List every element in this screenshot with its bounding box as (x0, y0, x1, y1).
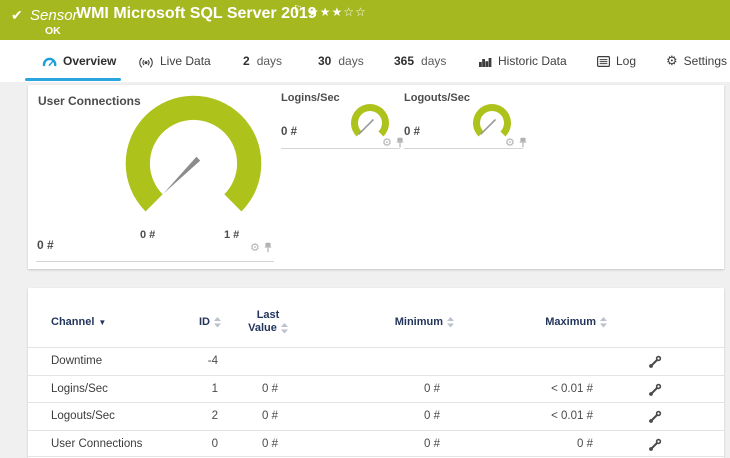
channel-table-panel: Channel ▼ ID Last Value Minimum Maximum … (28, 288, 724, 458)
channel-settings-wrench-icon[interactable] (648, 438, 662, 452)
tab-2-days[interactable]: 2 days (243, 40, 282, 82)
column-header-label: Value (248, 322, 277, 334)
gauge-tools: ⚙ (505, 137, 527, 148)
tab-label: Overview (63, 54, 117, 68)
tab-label: Live Data (160, 54, 211, 68)
pin-icon[interactable] (396, 137, 404, 148)
channel-settings-wrench-icon[interactable] (648, 355, 662, 369)
pin-icon[interactable] (264, 242, 272, 253)
id-cell: 1 (211, 382, 218, 395)
channel-settings-wrench-icon[interactable] (648, 383, 662, 397)
gauge-scale-min: 0 # (140, 229, 156, 241)
channel-cell: Downtime (51, 355, 103, 367)
live-data-icon (139, 57, 153, 68)
gauge-current-value: 0 # (404, 126, 420, 138)
table-row: User Connections 0 0 # 0 # 0 # (28, 429, 724, 457)
flag-icon: ⚐ (293, 4, 303, 16)
table-row: Logins/Sec 1 0 # 0 # < 0.01 # (28, 374, 724, 403)
tab-overview[interactable]: Overview (24, 40, 122, 82)
tab-settings[interactable]: ⚙ Settings (666, 40, 727, 82)
tab-label-number: 2 (243, 54, 250, 68)
gauge-icon (42, 57, 57, 66)
tab-label-number: 30 (318, 54, 332, 68)
tab-label-unit: days (256, 54, 283, 68)
column-header-maximum[interactable]: Maximum (545, 316, 607, 328)
pin-icon[interactable] (519, 137, 527, 148)
bar-chart-icon (479, 57, 492, 67)
id-cell: 0 (211, 437, 218, 450)
gear-icon: ⚙ (666, 53, 678, 69)
maximum-cell: 0 # (577, 437, 593, 450)
last-value-cell: 0 # (262, 437, 278, 450)
overview-gauges-panel: User Connections 0 # 1 # 0 # ⚙ Logins/Se… (28, 85, 724, 269)
tab-30-days[interactable]: 30 days (318, 40, 364, 82)
gauge-settings-icon[interactable]: ⚙ (250, 242, 260, 253)
gauge-needle (480, 118, 497, 135)
minimum-cell: 0 # (424, 410, 440, 422)
gauge-current-value: 0 # (281, 126, 297, 138)
sensor-kind-label: Sensor (30, 7, 78, 24)
gauge-needle (163, 156, 201, 194)
gauge-scale-max: 1 # (224, 229, 240, 241)
minimum-cell: 0 # (424, 382, 440, 395)
gauge-cell-divider (281, 148, 400, 149)
tab-live-data[interactable]: Live Data (138, 40, 211, 82)
gauge-cell-divider (404, 148, 523, 149)
gauge-needle (358, 118, 375, 135)
tab-label: Settings (683, 54, 728, 68)
column-header-id[interactable]: ID (199, 316, 221, 328)
tab-label-unit: days (338, 54, 364, 68)
column-header-minimum[interactable]: Minimum (395, 316, 454, 328)
channel-cell: Logins/Sec (51, 382, 108, 395)
column-header-label: Maximum (545, 316, 596, 328)
status-badge: OK (45, 25, 61, 37)
tab-log[interactable]: Log (597, 40, 636, 82)
gauge-tools: ⚙ (382, 137, 404, 148)
column-header-last-value[interactable]: Last Value (228, 309, 308, 335)
table-row: Downtime -4 (28, 347, 724, 375)
gauge-cell-divider (36, 261, 274, 262)
sensor-title: WMI Microsoft SQL Server 2019 (76, 5, 317, 22)
tab-label: Historic Data (498, 54, 567, 68)
tab-label: Log (616, 54, 637, 68)
tab-label-unit: days (421, 54, 447, 68)
channel-settings-wrench-icon[interactable] (648, 410, 662, 424)
maximum-cell: < 0.01 # (551, 410, 593, 422)
priority-stars[interactable]: ★★★☆☆ (308, 5, 367, 19)
sort-icon (600, 316, 607, 327)
channel-cell: Logouts/Sec (51, 410, 115, 422)
gauge-title: Logouts/Sec (404, 92, 471, 104)
gauge-current-value: 0 # (37, 238, 54, 252)
gauge-settings-icon[interactable]: ⚙ (382, 137, 392, 148)
ok-check-icon: ✔ (11, 7, 23, 23)
last-value-cell: 0 # (262, 382, 278, 395)
column-header-label: Minimum (394, 316, 443, 328)
sort-icon (447, 316, 454, 327)
tab-label-number: 365 (394, 54, 415, 68)
column-header-label: Channel (51, 316, 95, 328)
sort-icon (280, 323, 288, 334)
tab-365-days[interactable]: 365 days (394, 40, 446, 82)
gauge-title: Logins/Sec (281, 92, 340, 104)
gauge-tools: ⚙ (250, 242, 272, 253)
maximum-cell: < 0.01 # (551, 382, 593, 395)
sort-icon (214, 316, 221, 327)
user-connections-gauge (125, 95, 262, 212)
table-row: Logouts/Sec 2 0 # 0 # < 0.01 # (28, 402, 724, 430)
tab-bar: Overview Live Data 2 days 30 days 365 da… (0, 40, 730, 82)
sort-desc-icon: ▼ (98, 317, 107, 327)
log-list-icon (597, 55, 610, 67)
tab-historic-data[interactable]: Historic Data (479, 40, 567, 82)
id-cell: -4 (207, 355, 218, 367)
gauge-settings-icon[interactable]: ⚙ (505, 137, 515, 148)
column-header-label: ID (199, 316, 210, 328)
minimum-cell: 0 # (424, 437, 440, 450)
column-header-label: Last (256, 309, 280, 321)
channel-cell: User Connections (51, 437, 143, 450)
id-cell: 2 (211, 410, 218, 422)
sensor-header-bar: ✔ Sensor WMI Microsoft SQL Server 2019 ⚐… (0, 0, 730, 40)
last-value-cell: 0 # (262, 410, 278, 422)
column-header-channel[interactable]: Channel ▼ (51, 316, 106, 328)
